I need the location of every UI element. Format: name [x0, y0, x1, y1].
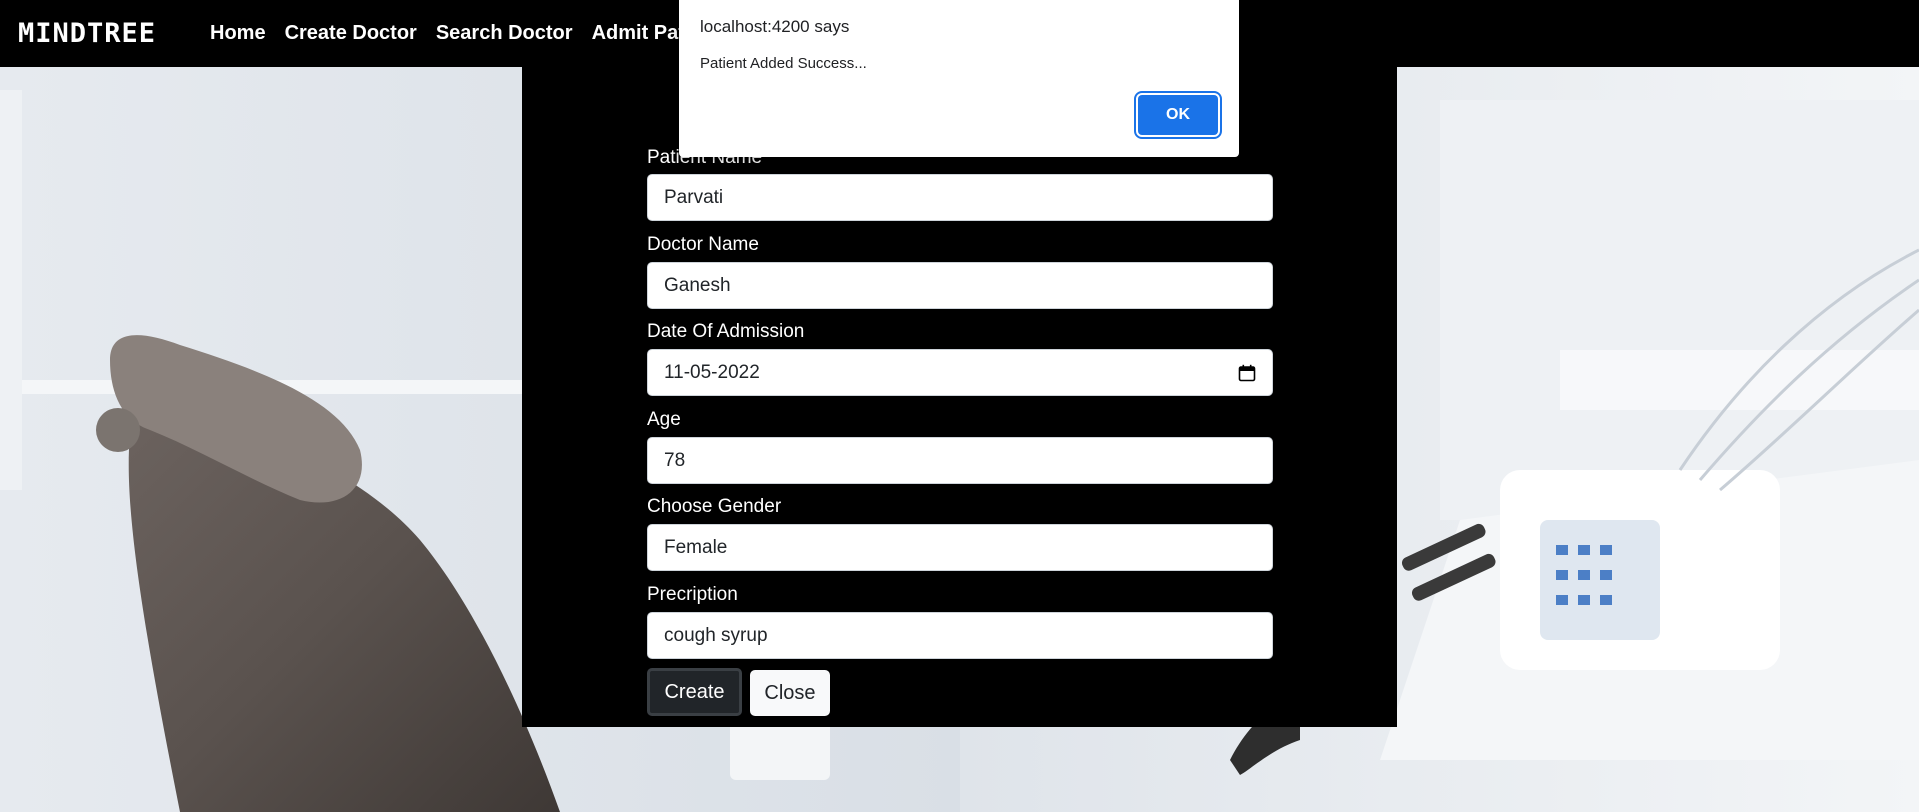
age-value: 78 — [664, 449, 686, 471]
gender-label: Choose Gender — [647, 496, 782, 517]
patient-name-input[interactable]: Parvati — [647, 174, 1273, 221]
nav-links: Home Create Doctor Search Doctor Admit P… — [210, 22, 702, 45]
create-button[interactable]: Create — [647, 668, 742, 716]
age-input[interactable]: 78 — [647, 437, 1273, 484]
prescription-label: Precription — [647, 584, 738, 605]
prescription-value: cough syrup — [664, 624, 768, 646]
nav-link-search-doctor[interactable]: Search Doctor — [436, 22, 573, 45]
brand-logo[interactable]: MINDTREE — [18, 18, 210, 49]
alert-dialog: localhost:4200 says Patient Added Succes… — [679, 0, 1239, 157]
age-label: Age — [647, 409, 681, 430]
date-of-admission-input[interactable]: 11-05-2022 — [647, 349, 1273, 396]
close-button[interactable]: Close — [750, 670, 830, 716]
doctor-name-label: Doctor Name — [647, 234, 759, 255]
dialog-message: Patient Added Success... — [700, 55, 867, 72]
dialog-title: localhost:4200 says — [700, 17, 850, 36]
gender-value: Female — [664, 536, 728, 558]
date-of-admission-value: 11-05-2022 — [664, 361, 760, 383]
doctor-name-value: Ganesh — [664, 274, 731, 296]
admit-patient-panel: Patient Name Parvati Doctor Name Ganesh … — [522, 67, 1397, 727]
nav-link-home[interactable]: Home — [210, 22, 266, 45]
calendar-icon[interactable] — [1238, 364, 1256, 382]
gender-select[interactable]: Female — [647, 524, 1273, 571]
ok-button[interactable]: OK — [1134, 91, 1222, 139]
doctor-name-input[interactable]: Ganesh — [647, 262, 1273, 309]
patient-name-value: Parvati — [664, 186, 724, 208]
prescription-input[interactable]: cough syrup — [647, 612, 1273, 659]
date-of-admission-label: Date Of Admission — [647, 321, 805, 342]
nav-link-create-doctor[interactable]: Create Doctor — [285, 22, 417, 45]
